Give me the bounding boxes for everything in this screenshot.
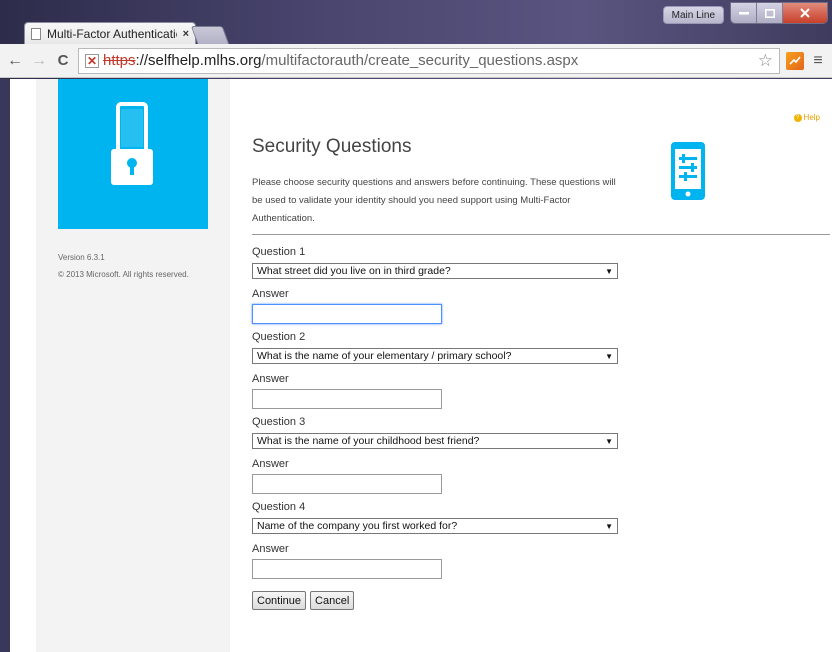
question-select-3[interactable]: What is the name of your childhood best … — [252, 433, 618, 449]
answer-label: Answer — [252, 373, 289, 385]
main-content: ? Help Security Questions Please choose … — [252, 79, 832, 652]
back-icon[interactable]: ← — [6, 52, 24, 70]
close-icon[interactable] — [783, 3, 827, 23]
url-scheme: https — [103, 52, 136, 69]
new-tab-button[interactable] — [190, 26, 230, 44]
address-bar[interactable]: ✕ https://selfhelp.mlhs.org/multifactora… — [78, 47, 780, 74]
phone-settings-icon — [671, 142, 705, 200]
dropdown-arrow-icon: ▼ — [605, 266, 613, 276]
version-text: Version 6.3.1 — [58, 253, 105, 262]
reload-icon[interactable]: C — [54, 52, 72, 69]
insecure-icon[interactable]: ✕ — [85, 53, 99, 68]
help-icon: ? — [793, 113, 802, 122]
tab-close-icon[interactable]: × — [183, 28, 189, 40]
question-select-4[interactable]: Name of the company you first worked for… — [252, 518, 618, 534]
url-path: /multifactorauth/create_security_questio… — [261, 52, 579, 69]
question-block-4: Question 4 Name of the company you first… — [252, 499, 632, 584]
question-block-3: Question 3 What is the name of your chil… — [252, 414, 632, 499]
question-label: Question 1 — [252, 246, 306, 258]
cancel-button[interactable]: Cancel — [310, 591, 355, 610]
question-label: Question 3 — [252, 416, 306, 428]
question-select-2[interactable]: What is the name of your elementary / pr… — [252, 348, 618, 364]
question-select-value: Name of the company you first worked for… — [257, 520, 458, 532]
mfa-logo — [58, 79, 208, 229]
security-questions-form: Question 1 What street did you live on i… — [252, 244, 632, 584]
forward-icon[interactable]: → — [30, 52, 48, 70]
form-actions: Continue Cancel — [252, 591, 355, 610]
sidebar: Version 6.3.1 © 2013 Microsoft. All righ… — [36, 79, 230, 652]
question-label: Question 2 — [252, 331, 306, 343]
answer-input-1[interactable] — [252, 304, 442, 324]
tab-active[interactable]: Multi-Factor Authenticatic × — [24, 22, 196, 44]
tab-title: Multi-Factor Authenticatic — [47, 26, 177, 41]
answer-input-4[interactable] — [252, 559, 442, 579]
maximize-icon[interactable] — [757, 3, 783, 23]
dropdown-arrow-icon: ▼ — [605, 351, 613, 361]
answer-label: Answer — [252, 458, 289, 470]
copyright-text: © 2013 Microsoft. All rights reserved. — [58, 270, 189, 279]
star-icon[interactable]: ☆ — [758, 51, 773, 71]
question-block-2: Question 2 What is the name of your elem… — [252, 329, 632, 414]
divider — [252, 234, 830, 235]
window-buttons — [730, 2, 828, 24]
page-title: Security Questions — [252, 136, 412, 157]
page-icon — [31, 27, 41, 40]
continue-button[interactable]: Continue — [252, 591, 307, 610]
dropdown-arrow-icon: ▼ — [605, 436, 613, 446]
window-controls: Main Line — [662, 2, 828, 24]
window-border — [0, 79, 10, 652]
answer-input-3[interactable] — [252, 474, 442, 494]
question-label: Question 4 — [252, 501, 306, 513]
answer-label: Answer — [252, 288, 289, 300]
extension-icon[interactable] — [786, 51, 804, 70]
answer-label: Answer — [252, 543, 289, 555]
tab-strip: Multi-Factor Authenticatic × Main Line — [0, 0, 832, 44]
menu-icon[interactable]: ≡ — [810, 52, 826, 70]
answer-input-2[interactable] — [252, 389, 442, 409]
profile-button[interactable]: Main Line — [662, 6, 724, 24]
question-select-value: What is the name of your childhood best … — [257, 435, 480, 447]
help-link[interactable]: ? Help — [793, 113, 820, 122]
url-host: ://selfhelp.mlhs.org — [135, 52, 262, 69]
dropdown-arrow-icon: ▼ — [605, 521, 613, 531]
phone-lock-icon — [111, 102, 153, 185]
question-block-1: Question 1 What street did you live on i… — [252, 244, 632, 329]
question-select-1[interactable]: What street did you live on in third gra… — [252, 263, 618, 279]
minimize-icon[interactable] — [731, 3, 757, 23]
browser-toolbar: ← → C ✕ https://selfhelp.mlhs.org/multif… — [0, 44, 832, 78]
web-page: Version 6.3.1 © 2013 Microsoft. All righ… — [10, 79, 832, 652]
intro-text: Please choose security questions and ans… — [252, 177, 616, 224]
question-select-value: What is the name of your elementary / pr… — [257, 350, 512, 362]
help-label: Help — [803, 113, 820, 122]
question-select-value: What street did you live on in third gra… — [257, 265, 451, 277]
